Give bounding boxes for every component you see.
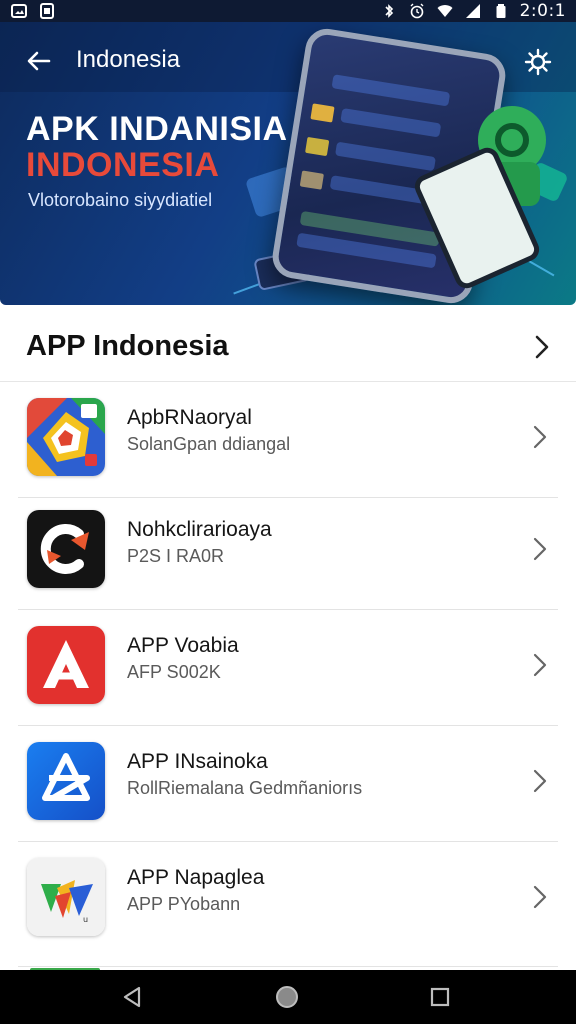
arrow-left-icon [27,51,51,71]
row-divider [18,966,558,967]
app-name: ApbRNaoryal [127,406,252,429]
app-subtitle: AFP S002K [127,662,221,682]
section-title: APP Indonesia [26,330,229,362]
hero-headline-secondary: INDONESIA [26,146,220,184]
app-subtitle: SolanGpan ddiangal [127,434,291,454]
recents-square-icon[interactable] [424,981,456,1013]
svg-text:u: u [83,915,88,924]
list-item[interactable]: Nohkclirarioaya P2S I RA0R [0,494,576,610]
list-item[interactable]: APP Voabia AFP S002K [0,610,576,726]
back-button[interactable] [22,44,56,78]
list-item[interactable]: ApbRNaoryal SolanGpan ddiangal [0,382,576,498]
phone-screen-thumb [310,103,335,123]
bluetooth-icon [380,3,398,19]
chevron-right-icon[interactable] [530,332,554,362]
blue-store-app-icon [27,742,105,820]
chevron-right-icon [528,422,552,452]
page-title: Indonesia [76,46,181,73]
wifi-icon [436,3,454,19]
phone-screen-thumb [299,170,324,190]
hero-banner: Indonesia APK INDANISIA INDONESIA Vlotor… [0,22,576,305]
image-icon [10,3,28,19]
multicolor-ring-app-icon [27,398,105,476]
alarm-icon [408,3,426,19]
app-subtitle: APP PYobann [127,894,241,914]
list-item[interactable]: u APP Napaglea APP PYobann [0,842,576,958]
phone-screen-row [331,74,451,107]
phone-screen-thumb [305,136,330,157]
home-circle-icon[interactable] [271,981,303,1013]
app-subtitle: P2S I RA0R [127,546,225,566]
status-clock: 2:0:1 [519,1,566,21]
app-name: APP INsainoka [127,750,268,773]
gear-icon [524,48,552,76]
signal-icon [464,3,482,19]
list-item[interactable]: APP INsainoka RollRiemalana Gedmñaniorıs [0,726,576,842]
back-triangle-icon[interactable] [116,981,148,1013]
green-triangles-app-icon: u [27,858,105,936]
app-name: APP Napaglea [127,866,265,889]
status-bar: 2:0:1 [0,0,576,22]
settings-button[interactable] [520,44,556,80]
chevron-right-icon [528,882,552,912]
app-name: Nohkclirarioaya [127,518,272,541]
phone-screen-row [340,108,442,138]
app-name: APP Voabia [127,634,239,657]
square-app-icon [38,3,56,19]
chevron-right-icon [528,650,552,680]
battery-icon [492,3,510,19]
hero-tagline: Vlotorobaino siyydiatiel [28,190,213,210]
app-subtitle: RollRiemalana Gedmñaniorıs [127,778,363,798]
chevron-right-icon [528,534,552,564]
section-header[interactable]: APP Indonesia [0,314,576,382]
red-a-app-icon [27,626,105,704]
black-c-arrow-app-icon [27,510,105,588]
phone-screen-row [334,141,436,172]
navigation-bar [0,970,576,1024]
hero-headline-primary: APK INDANISIA [26,110,288,148]
chevron-right-icon [528,766,552,796]
